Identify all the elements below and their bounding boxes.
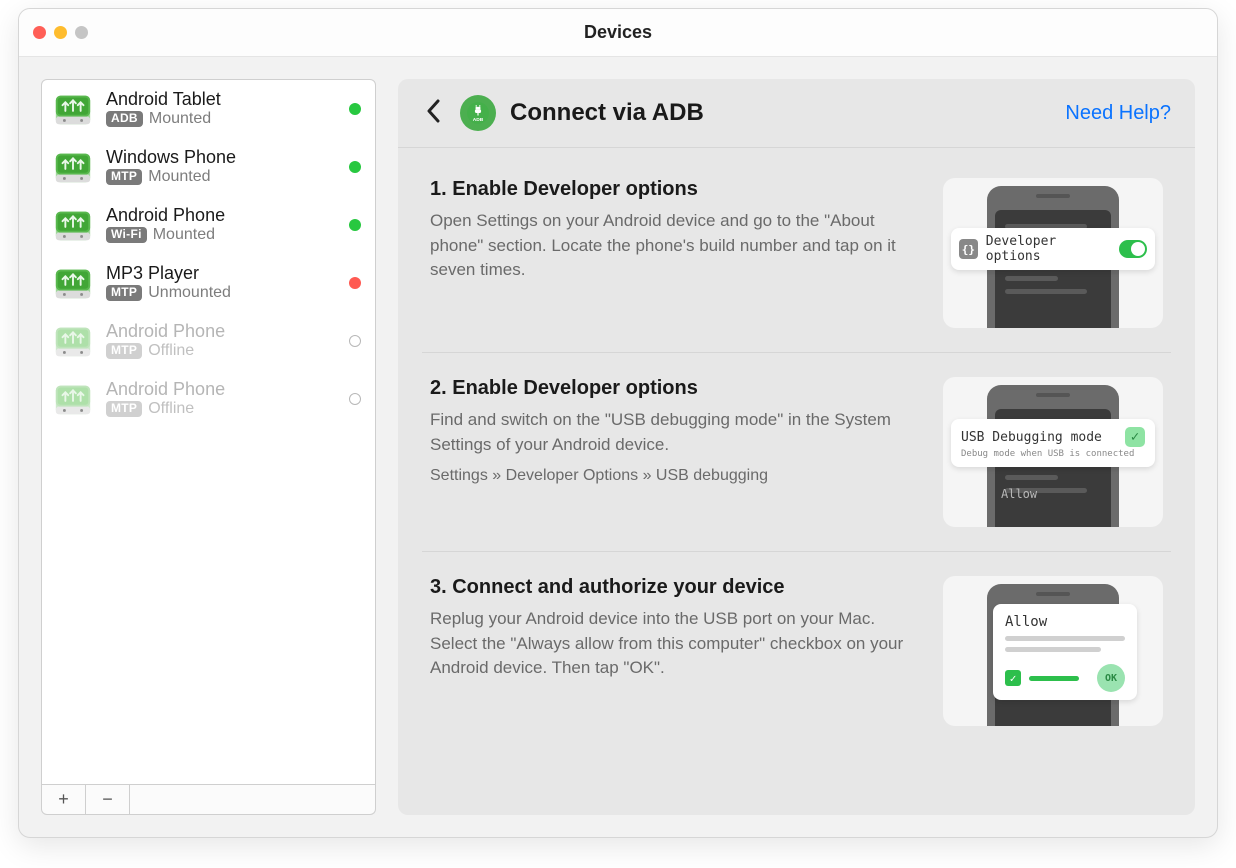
callout-label: USB Debugging mode <box>961 430 1102 445</box>
step-path: Settings » Developer Options » USB debug… <box>430 467 915 485</box>
callout-label: Developer options <box>986 234 1111 264</box>
add-device-button[interactable]: + <box>42 785 86 814</box>
device-icon <box>52 262 94 304</box>
sidebar-footer: + − <box>41 785 376 815</box>
titlebar: Devices <box>19 9 1217 57</box>
help-link[interactable]: Need Help? <box>1065 102 1171 125</box>
sidebar: Android Tablet ADB Mounted Windows Phone… <box>41 79 376 815</box>
main-header: ADB Connect via ADB Need Help? <box>398 79 1195 148</box>
device-icon <box>52 320 94 362</box>
protocol-badge: MTP <box>106 401 142 417</box>
step: 1. Enable Developer options Open Setting… <box>422 154 1171 353</box>
status-indicator-icon <box>349 161 361 173</box>
callout-developer-options: {} Developer options <box>951 228 1155 270</box>
checkbox-icon: ✓ <box>1005 670 1021 686</box>
step-illustration: Allow ✓ OK <box>943 576 1163 726</box>
protocol-badge: MTP <box>106 285 142 301</box>
device-text: Android Phone MTP Offline <box>106 379 337 418</box>
device-text: Android Tablet ADB Mounted <box>106 89 337 128</box>
minimize-window-icon[interactable] <box>54 26 67 39</box>
device-row[interactable]: Windows Phone MTP Mounted <box>42 138 375 196</box>
braces-icon: {} <box>959 239 978 259</box>
device-row[interactable]: Android Phone MTP Offline <box>42 370 375 428</box>
callout-authorize: Allow ✓ OK <box>993 604 1137 700</box>
device-text: Android Phone Wi-Fi Mounted <box>106 205 337 244</box>
step-desc: Replug your Android device into the USB … <box>430 607 915 681</box>
adb-badge-icon: ADB <box>460 95 496 131</box>
ok-button-icon: OK <box>1097 664 1125 692</box>
status-indicator-icon <box>349 393 361 405</box>
device-text: Android Phone MTP Offline <box>106 321 337 360</box>
device-subtitle: MTP Unmounted <box>106 284 337 302</box>
device-subtitle: MTP Offline <box>106 400 337 418</box>
device-icon <box>52 146 94 188</box>
step-title: 3. Connect and authorize your device <box>430 576 915 599</box>
window-controls <box>33 26 88 39</box>
device-subtitle: ADB Mounted <box>106 110 337 128</box>
protocol-badge: MTP <box>106 343 142 359</box>
status-indicator-icon <box>349 335 361 347</box>
step: 2. Enable Developer options Find and swi… <box>422 353 1171 552</box>
device-name: Android Phone <box>106 321 337 342</box>
device-state: Unmounted <box>148 284 231 302</box>
device-row[interactable]: MP3 Player MTP Unmounted <box>42 254 375 312</box>
device-subtitle: MTP Mounted <box>106 168 337 186</box>
zoom-window-icon[interactable] <box>75 26 88 39</box>
step-title: 2. Enable Developer options <box>430 377 915 400</box>
page-title: Connect via ADB <box>510 99 1051 127</box>
step: 3. Connect and authorize your device Rep… <box>422 552 1171 750</box>
step-desc: Open Settings on your Android device and… <box>430 209 915 283</box>
step-text: 1. Enable Developer options Open Setting… <box>430 178 915 328</box>
device-name: Windows Phone <box>106 147 337 168</box>
close-window-icon[interactable] <box>33 26 46 39</box>
footer-spacer <box>130 785 375 814</box>
device-name: Android Phone <box>106 379 337 400</box>
device-subtitle: Wi-Fi Mounted <box>106 226 337 244</box>
device-name: MP3 Player <box>106 263 337 284</box>
device-icon <box>52 378 94 420</box>
device-subtitle: MTP Offline <box>106 342 337 360</box>
protocol-badge: MTP <box>106 169 142 185</box>
steps-container: 1. Enable Developer options Open Setting… <box>398 148 1195 774</box>
protocol-badge: Wi-Fi <box>106 227 147 243</box>
remove-device-button[interactable]: − <box>86 785 130 814</box>
step-text: 3. Connect and authorize your device Rep… <box>430 576 915 726</box>
device-state: Mounted <box>153 226 215 244</box>
device-state: Mounted <box>148 168 210 186</box>
device-text: Windows Phone MTP Mounted <box>106 147 337 186</box>
toggle-icon <box>1119 240 1147 258</box>
step-illustration: USB Debugging mode ✓ Debug mode when USB… <box>943 377 1163 527</box>
callout-usb-debugging: USB Debugging mode ✓ Debug mode when USB… <box>951 419 1155 467</box>
device-name: Android Phone <box>106 205 337 226</box>
status-indicator-icon <box>349 103 361 115</box>
allow-label: Allow <box>1001 487 1037 501</box>
app-window: Devices Android Tablet ADB Mounted <box>18 8 1218 838</box>
svg-text:ADB: ADB <box>473 117 484 123</box>
device-row[interactable]: Android Phone Wi-Fi Mounted <box>42 196 375 254</box>
window-title: Devices <box>19 22 1217 43</box>
checkbox-icon: ✓ <box>1125 427 1145 447</box>
step-desc: Find and switch on the "USB debugging mo… <box>430 408 915 457</box>
step-illustration: {} Developer options <box>943 178 1163 328</box>
step-text: 2. Enable Developer options Find and swi… <box>430 377 915 527</box>
step-title: 1. Enable Developer options <box>430 178 915 201</box>
device-state: Mounted <box>149 110 211 128</box>
status-indicator-icon <box>349 277 361 289</box>
protocol-badge: ADB <box>106 111 143 127</box>
device-row[interactable]: Android Tablet ADB Mounted <box>42 80 375 138</box>
device-row[interactable]: Android Phone MTP Offline <box>42 312 375 370</box>
dialog-title: Allow <box>1005 614 1125 630</box>
callout-sub: Debug mode when USB is connected <box>961 449 1145 459</box>
device-text: MP3 Player MTP Unmounted <box>106 263 337 302</box>
device-state: Offline <box>148 342 194 360</box>
device-name: Android Tablet <box>106 89 337 110</box>
device-icon <box>52 204 94 246</box>
main-panel: ADB Connect via ADB Need Help? 1. Enable… <box>398 79 1195 815</box>
device-icon <box>52 88 94 130</box>
device-state: Offline <box>148 400 194 418</box>
device-list: Android Tablet ADB Mounted Windows Phone… <box>41 79 376 785</box>
status-indicator-icon <box>349 219 361 231</box>
back-icon[interactable] <box>422 99 446 127</box>
